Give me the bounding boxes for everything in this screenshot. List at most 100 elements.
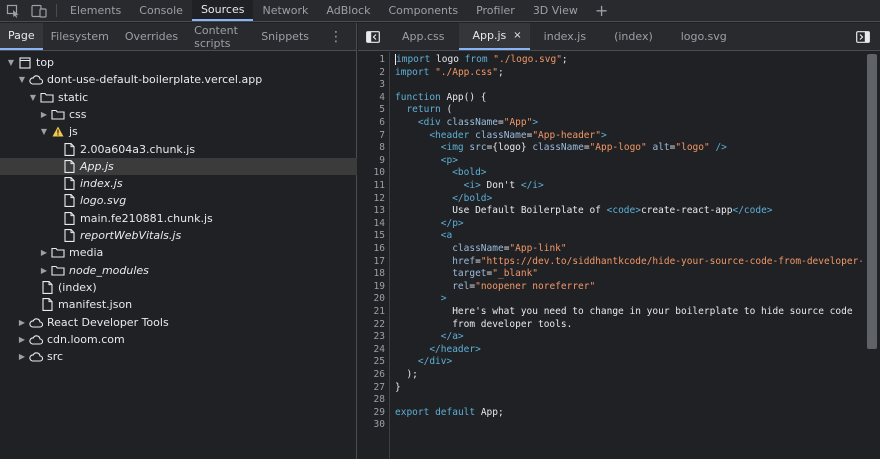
chevron-down-icon[interactable]: ▼: [39, 127, 49, 136]
navigator-tab-content-scripts[interactable]: Content scripts: [186, 23, 253, 50]
chevron-down-icon[interactable]: ▼: [6, 58, 16, 67]
tree-item-dont-use-default-boilerplate-vercel-app[interactable]: ▼ dont-use-default-boilerplate.vercel.app: [0, 71, 357, 88]
toggle-debugger-icon[interactable]: [846, 23, 880, 50]
tree-item-cdn-loom-com[interactable]: ▶ cdn.loom.com: [0, 331, 357, 348]
code-token: <img: [440, 142, 464, 154]
close-icon[interactable]: ×: [513, 30, 521, 41]
navigator-tab-snippets[interactable]: Snippets: [253, 23, 317, 50]
more-options-icon[interactable]: ⋮: [317, 23, 356, 50]
code-line: <header className="App-header">: [395, 129, 606, 143]
code-token: rel: [452, 280, 470, 292]
line-number: 24: [373, 343, 385, 355]
file-tab-app-css[interactable]: App.css: [388, 23, 459, 50]
tab-elements[interactable]: Elements: [61, 0, 130, 21]
code-token: "App-link": [509, 243, 567, 254]
navigator-tab-page[interactable]: Page: [0, 23, 43, 50]
file-tab-index-js[interactable]: index.js: [530, 23, 600, 50]
tree-item-reportwebvitals-js[interactable]: reportWebVitals.js: [0, 227, 357, 244]
code-line: return (: [395, 104, 452, 117]
tree-item-src[interactable]: ▶ src: [0, 348, 357, 365]
file-tab-index[interactable]: (index): [600, 23, 667, 50]
code-line: import "./App.css";: [395, 67, 504, 80]
inspect-icon[interactable]: [0, 0, 26, 21]
tree-item-manifest-json[interactable]: manifest.json: [0, 296, 357, 313]
tree-item-label: (index): [58, 280, 97, 294]
tree-item-label: React Developer Tools: [47, 315, 169, 329]
line-number: 28: [373, 394, 385, 406]
code-line: Here's what you need to change in your b…: [395, 306, 852, 319]
chevron-right-icon[interactable]: ▶: [39, 110, 49, 119]
file-tab-label: (index): [614, 30, 653, 43]
code-token: "noopener noreferrer": [475, 280, 596, 292]
line-number: 8: [379, 142, 385, 154]
tab-components[interactable]: Components: [379, 0, 467, 21]
tab-network[interactable]: Network: [253, 0, 317, 21]
file-icon: [62, 211, 76, 225]
tree-item-css[interactable]: ▶ css: [0, 106, 357, 123]
tree-item-index-js[interactable]: index.js: [0, 175, 357, 192]
tree-item-app-js[interactable]: App.js: [0, 157, 357, 175]
tree-item-node-modules[interactable]: ▶ node_modules: [0, 262, 357, 279]
code-token: target: [452, 268, 487, 280]
editor-scrollbar[interactable]: [866, 52, 878, 459]
code-token: import: [395, 66, 430, 78]
navigator-tab-overrides[interactable]: Overrides: [117, 23, 186, 50]
code-token: <p>: [440, 154, 458, 166]
toggle-navigator-icon[interactable]: [358, 23, 388, 50]
tab-adblock[interactable]: AdBlock: [317, 0, 379, 21]
code-editor[interactable]: 1 2 3 4 5 6 7 8 9 10 11 12 13 14 15 16 17 18 19 20 21 22 23 24 2…: [358, 52, 880, 459]
line-number: 18: [373, 268, 385, 280]
chevron-right-icon[interactable]: ▶: [39, 248, 49, 257]
code-line: import logo from "./logo.svg";: [395, 54, 568, 67]
tree-item-media[interactable]: ▶ media: [0, 244, 357, 261]
tree-item-react-developer-tools[interactable]: ▶ React Developer Tools: [0, 314, 357, 331]
tree-item-index[interactable]: (index): [0, 279, 357, 296]
tab-sources[interactable]: Sources: [191, 0, 254, 21]
chevron-down-icon[interactable]: ▼: [17, 75, 27, 84]
chevron-right-icon[interactable]: ▶: [17, 335, 27, 344]
file-icon: [40, 280, 54, 294]
code-token: className: [446, 117, 498, 128]
code-token: className: [475, 129, 527, 141]
code-token: "App-logo": [589, 142, 647, 154]
chevron-right-icon[interactable]: ▶: [39, 266, 49, 275]
file-icon: [62, 159, 76, 173]
tab-3d-view[interactable]: 3D View: [524, 0, 587, 21]
more-tools-plus-icon[interactable]: +: [587, 0, 616, 21]
navigator-tabs: Page Filesystem Overrides Content scripts Sn…: [0, 23, 356, 51]
line-number: 12: [373, 192, 385, 204]
tab-console[interactable]: Console: [130, 0, 192, 21]
code-line: className="App-link": [395, 243, 567, 256]
chevron-right-icon[interactable]: ▶: [17, 318, 27, 327]
code-token: alt: [652, 142, 670, 154]
chevron-down-icon[interactable]: ▼: [28, 93, 38, 102]
code-token: );: [395, 369, 418, 380]
tree-item-main-fe210881-chunk-js[interactable]: main.fe210881.chunk.js: [0, 210, 357, 227]
chevron-right-icon[interactable]: ▶: [17, 352, 27, 361]
line-number: 22: [373, 318, 385, 330]
device-toolbar-icon[interactable]: [26, 0, 52, 21]
tree-item-logo-svg[interactable]: logo.svg: [0, 192, 357, 209]
code-line: <div className="App">: [395, 117, 538, 130]
line-number: 5: [379, 104, 385, 116]
code-line: export default App;: [395, 407, 504, 420]
file-tab-logo-svg[interactable]: logo.svg: [667, 23, 741, 50]
tree-item-top[interactable]: ▼ top: [0, 54, 357, 71]
code-token: from developer tools.: [395, 318, 573, 330]
scrollbar-thumb[interactable]: [867, 54, 877, 349]
code-token: App() {: [440, 91, 487, 103]
tree-item-static[interactable]: ▼ static: [0, 89, 357, 106]
tree-item-js[interactable]: ▼ js: [0, 123, 357, 140]
file-tab-app-js[interactable]: App.js ×: [458, 23, 530, 50]
tab-profiler[interactable]: Profiler: [467, 0, 524, 21]
tree-item-2-00a604a3-chunk-js[interactable]: 2.00a604a3.chunk.js: [0, 141, 357, 158]
code-content[interactable]: import logo from "./logo.svg"; import "./…: [395, 52, 862, 459]
navigator-tab-filesystem[interactable]: Filesystem: [43, 23, 117, 50]
code-token: </div>: [417, 356, 453, 368]
code-line: href="https://dev.to/siddhantkcode/hide-…: [395, 256, 862, 269]
